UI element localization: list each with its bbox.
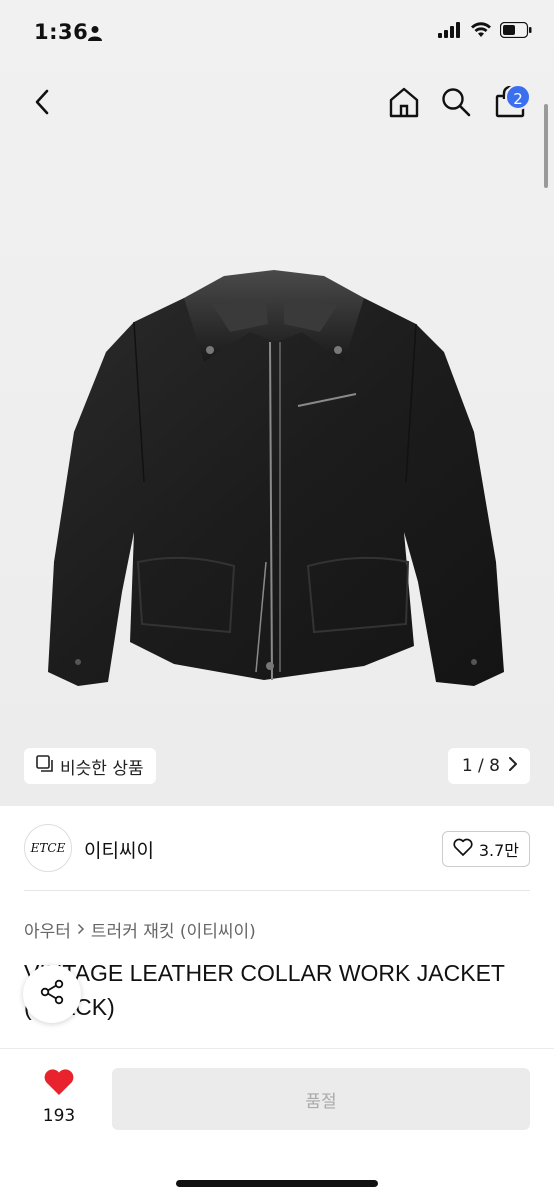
- search-icon: [441, 87, 471, 121]
- breadcrumb-subcategory[interactable]: 트러커 재킷 (이티씨이): [91, 917, 256, 942]
- product-image[interactable]: [34, 262, 520, 716]
- cart-count-badge: 2: [505, 84, 531, 110]
- soldout-label: 품절: [305, 1091, 337, 1112]
- share-button[interactable]: [23, 965, 81, 1023]
- image-page-counter[interactable]: 1 / 8: [447, 748, 530, 784]
- like-button[interactable]: 193: [28, 1068, 90, 1132]
- person-icon: [87, 25, 103, 45]
- home-button[interactable]: [384, 84, 424, 124]
- home-indicator: [176, 1180, 378, 1187]
- cellular-signal-icon: [438, 22, 462, 42]
- wifi-icon: [470, 22, 492, 42]
- copy-icon: [36, 754, 54, 778]
- chevron-right-icon: [508, 756, 518, 777]
- brand-row: ETCE 이티씨이 3.7만: [24, 824, 530, 874]
- divider: [24, 890, 530, 891]
- battery-icon: [499, 21, 532, 42]
- brand-name[interactable]: 이티씨이: [84, 836, 154, 863]
- brand-like-count: 3.7만: [478, 841, 519, 860]
- product-title-container: VINTAGE LEATHER COLLAR WORK JACKET (BLAC…: [0, 956, 554, 1036]
- soldout-button: 품절: [112, 1068, 530, 1130]
- home-icon: [388, 86, 420, 122]
- brand-like-button[interactable]: 3.7만: [441, 831, 530, 867]
- breadcrumb: 아우터 트러커 재킷 (이티씨이): [24, 917, 256, 942]
- breadcrumb-category[interactable]: 아우터: [24, 917, 71, 942]
- similar-products-label: 비슷한 상품: [60, 758, 144, 779]
- search-button[interactable]: [436, 84, 476, 124]
- scroll-indicator: [544, 104, 548, 188]
- brand-logo-text: ETCE: [30, 841, 66, 855]
- back-chevron-icon: [32, 88, 52, 120]
- status-time: 1:36: [34, 20, 89, 44]
- bottom-bar-divider: [0, 1048, 554, 1049]
- like-count: 193: [42, 1106, 76, 1126]
- page-indicator-text: 1 / 8: [461, 756, 500, 776]
- similar-products-button[interactable]: 비슷한 상품: [24, 748, 156, 784]
- status-icons: [438, 21, 532, 42]
- back-button[interactable]: [22, 84, 62, 124]
- product-title: VINTAGE LEATHER COLLAR WORK JACKET (BLAC…: [24, 960, 505, 1020]
- heart-outline-icon: [453, 838, 473, 860]
- heart-filled-icon: [43, 1068, 75, 1100]
- share-icon: [39, 979, 65, 1009]
- brand-logo[interactable]: ETCE: [24, 824, 72, 872]
- chevron-right-icon: [77, 920, 85, 940]
